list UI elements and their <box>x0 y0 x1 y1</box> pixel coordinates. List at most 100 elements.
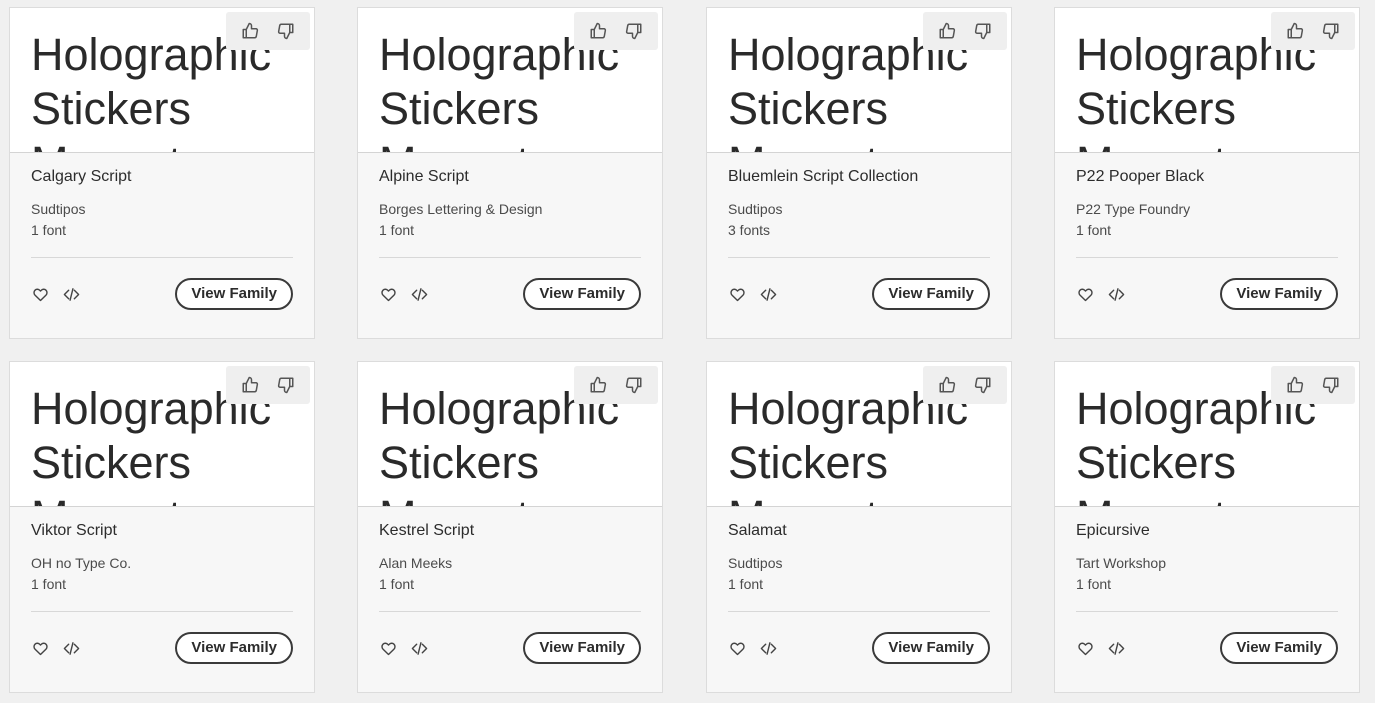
thumbs-up-icon[interactable] <box>587 20 609 42</box>
font-count: 1 font <box>728 576 764 592</box>
thumbs-up-icon[interactable] <box>587 374 609 396</box>
family-name-link[interactable]: Kestrel Script <box>379 522 474 540</box>
font-count: 1 font <box>379 222 415 238</box>
thumbs-down-icon[interactable] <box>623 374 645 396</box>
font-family-card: Holographic Stickers Magenta Calgary S <box>9 7 315 339</box>
thumbs-up-icon[interactable] <box>936 20 958 42</box>
view-family-button[interactable]: View Family <box>1220 278 1338 310</box>
code-icon[interactable] <box>410 285 428 303</box>
heart-icon[interactable] <box>1076 285 1094 303</box>
view-family-button[interactable]: View Family <box>872 632 990 664</box>
heart-icon[interactable] <box>728 285 746 303</box>
card-actions: View Family <box>1076 632 1338 664</box>
code-icon[interactable] <box>1107 639 1125 657</box>
view-family-button[interactable]: View Family <box>523 632 641 664</box>
font-family-card: Holographic Stickers Magenta Viktor Sc <box>9 361 315 693</box>
card-actions: View Family <box>31 632 293 664</box>
divider <box>1076 257 1338 258</box>
vote-controls <box>1271 12 1355 50</box>
font-family-card: Holographic Stickers Magenta Alpine Sc <box>357 7 663 339</box>
font-preview[interactable]: Holographic Stickers Magenta <box>707 8 1011 153</box>
font-family-card: Holographic Stickers Magenta P22 Poope <box>1054 7 1360 339</box>
font-family-card: Holographic Stickers Magenta Bluemlein <box>706 7 1012 339</box>
family-name-link[interactable]: Epicursive <box>1076 522 1150 540</box>
card-actions: View Family <box>728 632 990 664</box>
font-count: 1 font <box>31 576 67 592</box>
font-count: 1 font <box>31 222 67 238</box>
font-family-card: Holographic Stickers Magenta Epicursiv <box>1054 361 1360 693</box>
thumbs-down-icon[interactable] <box>1320 20 1342 42</box>
foundry-name: Borges Lettering & Design <box>379 201 543 217</box>
font-family-grid: Holographic Stickers Magenta Calgary S <box>0 0 1375 703</box>
font-preview[interactable]: Holographic Stickers Magenta <box>10 362 314 507</box>
thumbs-down-icon[interactable] <box>623 20 645 42</box>
family-name-link[interactable]: Salamat <box>728 522 787 540</box>
font-preview[interactable]: Holographic Stickers Magenta <box>1055 8 1359 153</box>
view-family-button[interactable]: View Family <box>175 632 293 664</box>
font-preview[interactable]: Holographic Stickers Magenta <box>10 8 314 153</box>
code-icon[interactable] <box>1107 285 1125 303</box>
thumbs-up-icon[interactable] <box>239 20 261 42</box>
code-icon[interactable] <box>62 285 80 303</box>
divider <box>379 611 641 612</box>
foundry-name: Sudtipos <box>728 555 783 571</box>
foundry-name: P22 Type Foundry <box>1076 201 1191 217</box>
thumbs-down-icon[interactable] <box>275 20 297 42</box>
card-actions: View Family <box>1076 278 1338 310</box>
heart-icon[interactable] <box>728 639 746 657</box>
family-name-link[interactable]: Calgary Script <box>31 168 131 186</box>
card-actions: View Family <box>379 278 641 310</box>
thumbs-down-icon[interactable] <box>972 20 994 42</box>
heart-icon[interactable] <box>379 285 397 303</box>
thumbs-down-icon[interactable] <box>275 374 297 396</box>
foundry-name: Tart Workshop <box>1076 555 1166 571</box>
foundry-name: Alan Meeks <box>379 555 453 571</box>
heart-icon[interactable] <box>1076 639 1094 657</box>
heart-icon[interactable] <box>31 639 49 657</box>
view-family-button[interactable]: View Family <box>1220 632 1338 664</box>
vote-controls <box>923 366 1007 404</box>
font-preview[interactable]: Holographic Stickers Magenta <box>358 8 662 153</box>
divider <box>1076 611 1338 612</box>
heart-icon[interactable] <box>379 639 397 657</box>
code-icon[interactable] <box>62 639 80 657</box>
code-icon[interactable] <box>759 639 777 657</box>
font-preview[interactable]: Holographic Stickers Magenta <box>358 362 662 507</box>
divider <box>728 257 990 258</box>
view-family-button[interactable]: View Family <box>175 278 293 310</box>
thumbs-up-icon[interactable] <box>936 374 958 396</box>
code-icon[interactable] <box>759 285 777 303</box>
vote-controls <box>226 12 310 50</box>
foundry-name: OH no Type Co. <box>31 555 132 571</box>
view-family-button[interactable]: View Family <box>872 278 990 310</box>
thumbs-down-icon[interactable] <box>972 374 994 396</box>
view-family-button[interactable]: View Family <box>523 278 641 310</box>
vote-controls <box>923 12 1007 50</box>
foundry-name: Sudtipos <box>728 201 783 217</box>
vote-controls <box>1271 366 1355 404</box>
family-name-link[interactable]: Viktor Script <box>31 522 117 540</box>
thumbs-up-icon[interactable] <box>1284 374 1306 396</box>
divider <box>31 257 293 258</box>
card-actions: View Family <box>728 278 990 310</box>
family-name-link[interactable]: P22 Pooper Black <box>1076 168 1204 186</box>
font-preview[interactable]: Holographic Stickers Magenta <box>707 362 1011 507</box>
font-count: 1 font <box>1076 222 1112 238</box>
vote-controls <box>226 366 310 404</box>
font-preview[interactable]: Holographic Stickers Magenta <box>1055 362 1359 507</box>
thumbs-up-icon[interactable] <box>239 374 261 396</box>
font-family-card: Holographic Stickers Magenta Salamat <box>706 361 1012 693</box>
code-icon[interactable] <box>410 639 428 657</box>
family-name-link[interactable]: Bluemlein Script Collection <box>728 168 918 186</box>
foundry-name: Sudtipos <box>31 201 86 217</box>
heart-icon[interactable] <box>31 285 49 303</box>
card-actions: View Family <box>31 278 293 310</box>
font-count: 1 font <box>1076 576 1112 592</box>
thumbs-up-icon[interactable] <box>1284 20 1306 42</box>
font-count: 3 fonts <box>728 222 771 238</box>
font-count: 1 font <box>379 576 415 592</box>
family-name-link[interactable]: Alpine Script <box>379 168 469 186</box>
vote-controls <box>574 366 658 404</box>
divider <box>728 611 990 612</box>
thumbs-down-icon[interactable] <box>1320 374 1342 396</box>
